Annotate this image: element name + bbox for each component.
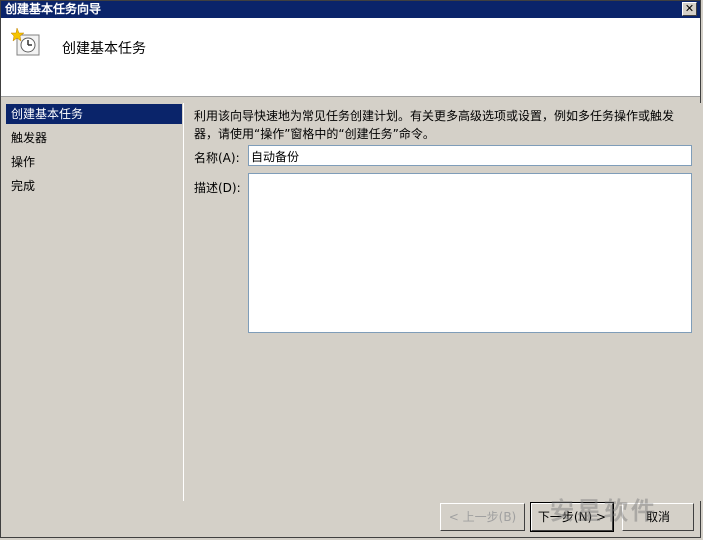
description-textarea[interactable] — [248, 173, 692, 333]
name-input[interactable]: 自动备份 — [248, 145, 692, 166]
nav-item-action[interactable]: 操作 — [6, 152, 182, 172]
intro-text: 利用该向导快速地为常见任务创建计划。有关更多高级选项或设置，例如多任务操作或触发… — [194, 109, 675, 141]
wizard-content: 利用该向导快速地为常见任务创建计划。有关更多高级选项或设置，例如多任务操作或触发… — [183, 103, 701, 501]
name-label: 名称(A): — [194, 151, 240, 165]
wizard-window: 创建基本任务向导 ✕ 创建基本任务 创建基本任务 触发器 操作 完成 利用该向导… — [0, 0, 701, 538]
wizard-title: 创建基本任务 — [62, 41, 146, 57]
close-icon[interactable]: ✕ — [682, 2, 697, 16]
wizard-steps-nav: 创建基本任务 触发器 操作 完成 — [6, 104, 182, 200]
description-label: 描述(D): — [194, 181, 241, 195]
task-clock-icon — [10, 27, 43, 59]
watermark: 安星软件 — [550, 497, 658, 525]
nav-item-create-basic-task[interactable]: 创建基本任务 — [6, 104, 182, 124]
wizard-header: 创建基本任务 — [1, 18, 700, 97]
window-titlebar[interactable]: 创建基本任务向导 ✕ — [1, 1, 700, 18]
back-button[interactable]: < 上一步(B) — [440, 503, 525, 531]
window-title: 创建基本任务向导 — [5, 2, 102, 16]
nav-item-finish[interactable]: 完成 — [6, 176, 182, 196]
nav-item-trigger[interactable]: 触发器 — [6, 128, 182, 148]
